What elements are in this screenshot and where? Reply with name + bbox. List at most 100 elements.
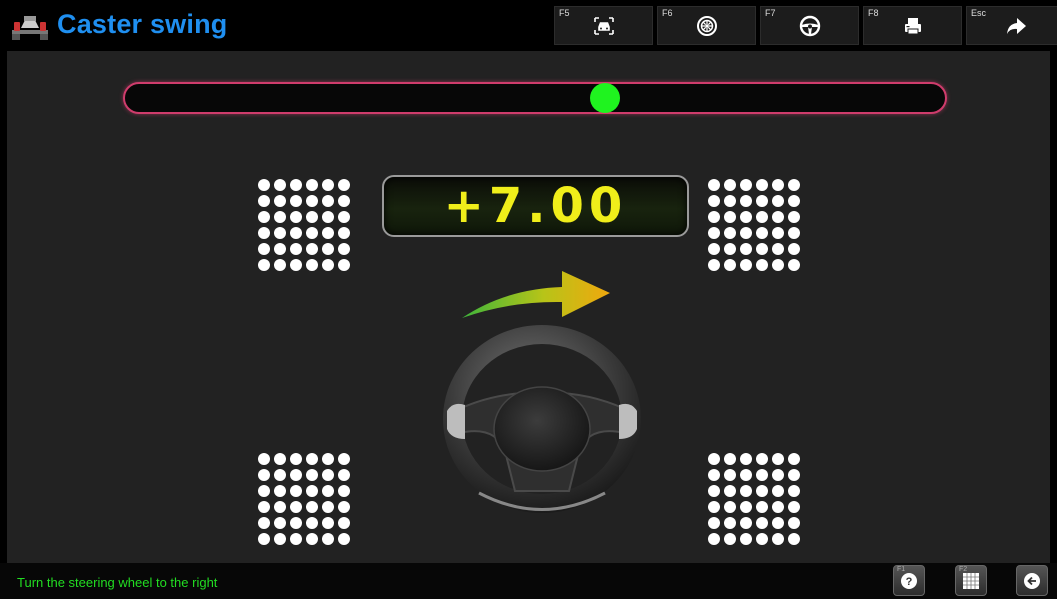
- target-dot: [724, 227, 736, 239]
- target-dot: [306, 469, 318, 481]
- target-dot: [772, 179, 784, 191]
- target-dot: [274, 501, 286, 513]
- header-bar: Caster swing F5 F6 F7 F8 Esc: [0, 0, 1057, 51]
- target-dot: [740, 517, 752, 529]
- target-dot: [708, 179, 720, 191]
- help-button[interactable]: F1 ?: [893, 565, 925, 596]
- target-dot: [708, 485, 720, 497]
- target-dot: [274, 453, 286, 465]
- target-dot: [306, 501, 318, 513]
- target-dot: [740, 501, 752, 513]
- target-dot: [740, 485, 752, 497]
- target-dot: [338, 259, 350, 271]
- printer-icon: [904, 17, 921, 34]
- target-dot: [306, 211, 318, 223]
- car-alignment-logo-icon: [12, 16, 48, 40]
- target-dot: [274, 533, 286, 545]
- target-dot: [322, 485, 334, 497]
- target-dot-grid-bottom-left: [258, 453, 350, 545]
- target-dot: [306, 485, 318, 497]
- target-dot: [290, 243, 302, 255]
- target-dot: [322, 533, 334, 545]
- target-dot: [338, 485, 350, 497]
- target-dot: [740, 453, 752, 465]
- target-dot: [740, 533, 752, 545]
- f7-steering-button[interactable]: F7: [760, 6, 859, 45]
- target-dot: [306, 243, 318, 255]
- target-dot: [274, 259, 286, 271]
- target-dot: [756, 517, 768, 529]
- target-dot: [322, 227, 334, 239]
- target-dot: [322, 195, 334, 207]
- target-dot: [322, 501, 334, 513]
- target-dot: [756, 485, 768, 497]
- target-dot: [724, 469, 736, 481]
- target-dot: [724, 195, 736, 207]
- f8-print-button[interactable]: F8: [863, 6, 962, 45]
- target-dot: [322, 469, 334, 481]
- f6-wheel-button[interactable]: F6: [657, 6, 756, 45]
- target-dot: [258, 259, 270, 271]
- target-dot: [740, 243, 752, 255]
- target-dot: [338, 243, 350, 255]
- target-dot: [788, 469, 800, 481]
- target-dot: [290, 227, 302, 239]
- target-dot: [756, 501, 768, 513]
- target-dot: [788, 259, 800, 271]
- f5-car-lift-button[interactable]: F5: [554, 6, 653, 45]
- target-dot: [772, 485, 784, 497]
- target-dot: [338, 179, 350, 191]
- target-dot: [708, 227, 720, 239]
- grid-view-button[interactable]: F2: [955, 565, 987, 596]
- f8-key-label: F8: [868, 8, 879, 18]
- target-dot: [740, 179, 752, 191]
- target-dot: [756, 469, 768, 481]
- target-dot: [322, 179, 334, 191]
- target-dot: [772, 259, 784, 271]
- target-dot: [274, 179, 286, 191]
- target-dot: [772, 469, 784, 481]
- target-dot: [258, 453, 270, 465]
- target-dot: [724, 453, 736, 465]
- target-dot: [772, 453, 784, 465]
- target-dot: [708, 501, 720, 513]
- target-dot: [756, 243, 768, 255]
- esc-next-button[interactable]: Esc: [966, 6, 1057, 45]
- back-button[interactable]: [1016, 565, 1048, 596]
- f5-key-label: F5: [559, 8, 570, 18]
- target-dot: [290, 517, 302, 529]
- target-dot: [756, 533, 768, 545]
- target-dot: [740, 195, 752, 207]
- target-dot: [756, 259, 768, 271]
- target-dot: [274, 211, 286, 223]
- target-dot: [290, 179, 302, 191]
- help-icon: ?: [901, 572, 917, 589]
- target-dot: [306, 179, 318, 191]
- target-dot: [258, 211, 270, 223]
- target-dot: [274, 517, 286, 529]
- svg-text:?: ?: [906, 576, 913, 588]
- target-dot: [290, 501, 302, 513]
- target-dot: [788, 501, 800, 513]
- target-dot: [772, 501, 784, 513]
- caster-value-display: +7.00: [382, 175, 689, 237]
- f6-key-label: F6: [662, 8, 673, 18]
- wheel-icon: [696, 15, 717, 36]
- target-dot: [772, 243, 784, 255]
- target-dot: [788, 517, 800, 529]
- target-dot: [724, 211, 736, 223]
- target-dot: [788, 227, 800, 239]
- target-dot: [338, 227, 350, 239]
- swing-position-marker: [589, 83, 620, 113]
- steering-wheel-icon: [799, 15, 820, 36]
- f7-key-label: F7: [765, 8, 776, 18]
- target-dot: [740, 227, 752, 239]
- target-dot: [708, 517, 720, 529]
- caster-value: +7.00: [443, 178, 628, 234]
- measurement-area: +7.00: [7, 51, 1050, 563]
- target-dot: [306, 533, 318, 545]
- grid-icon: [963, 572, 979, 589]
- target-dot: [756, 453, 768, 465]
- target-dot: [756, 211, 768, 223]
- target-dot: [338, 533, 350, 545]
